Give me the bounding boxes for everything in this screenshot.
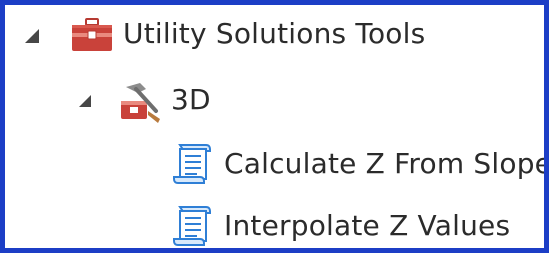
tree-item-label: Utility Solutions Tools [123, 17, 426, 50]
tree-item-interpolate-z-values[interactable]: Interpolate Z Values [5, 197, 544, 248]
script-tool-icon [173, 206, 211, 246]
tree-item-3d[interactable]: 3D [5, 71, 544, 129]
collapse-arrow-icon[interactable] [25, 29, 39, 43]
script-tool-icon [173, 144, 211, 184]
collapse-arrow-icon[interactable] [79, 95, 91, 107]
catalog-pane: Utility Solutions Tools 3D Calculate Z F… [0, 0, 549, 253]
tree-item-calculate-z-from-slope[interactable]: Calculate Z From Slope [5, 135, 544, 193]
tree-item-utility-solutions-tools[interactable]: Utility Solutions Tools [5, 7, 544, 65]
tree-item-label: Calculate Z From Slope [224, 147, 549, 180]
tree-item-label: Interpolate Z Values [224, 209, 511, 242]
tree-item-label: 3D [171, 83, 211, 116]
toolbox-tree: Utility Solutions Tools 3D Calculate Z F… [5, 5, 544, 248]
toolset-icon [121, 83, 160, 123]
toolbox-icon [72, 18, 112, 51]
